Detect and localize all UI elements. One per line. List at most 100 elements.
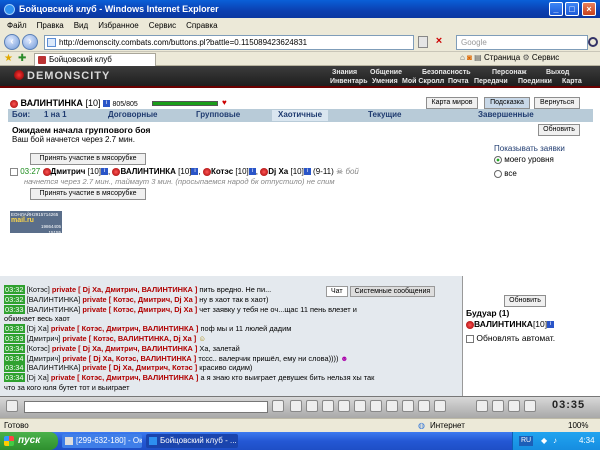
friends-icon[interactable] xyxy=(492,400,504,412)
room-users-icon[interactable] xyxy=(476,400,488,412)
nav-skills[interactable]: Умения xyxy=(372,78,398,85)
nav-knowledge[interactable]: Знания xyxy=(332,69,357,76)
nav-security[interactable]: Безопасность xyxy=(422,69,471,76)
maximize-button[interactable]: □ xyxy=(565,2,579,16)
nav-mail[interactable]: Почта xyxy=(448,78,469,85)
menu-help[interactable]: Справка xyxy=(181,21,222,30)
menu-file[interactable]: Файл xyxy=(2,21,32,30)
info-icon[interactable]: i xyxy=(248,168,256,176)
scroll-icon[interactable] xyxy=(386,400,398,412)
address-bar[interactable]: http://demonscity.combats.com/buttons.pl… xyxy=(44,35,414,50)
start-button[interactable]: пуск xyxy=(0,432,58,450)
tab-group[interactable]: Групповые xyxy=(196,110,240,119)
send-icon[interactable] xyxy=(272,400,284,412)
request-player-1[interactable]: Дмитрич xyxy=(51,167,86,176)
request-checkbox[interactable] xyxy=(10,167,18,176)
join-button-bottom[interactable]: Принять участие в мясорубке xyxy=(30,188,146,200)
task-item-1[interactable]: [299-632-180] - Окн... xyxy=(62,434,142,448)
tab-fight-club[interactable]: Бойцовский клуб xyxy=(34,53,156,66)
menu-view[interactable]: Вид xyxy=(69,21,93,30)
radio-empty-icon[interactable] xyxy=(494,169,502,178)
chat-input[interactable] xyxy=(24,401,268,413)
nav-fights[interactable]: Поединки xyxy=(518,78,552,85)
quit-icon[interactable] xyxy=(524,400,536,412)
nav-transfers[interactable]: Передачи xyxy=(474,78,508,85)
menu-edit[interactable]: Правка xyxy=(32,21,69,30)
radio-selected-icon[interactable] xyxy=(494,155,502,164)
join-button-top[interactable]: Принять участие в мясорубке xyxy=(30,153,146,165)
invite-icon[interactable] xyxy=(508,400,520,412)
info-icon[interactable]: i xyxy=(303,168,311,176)
radio-my-level[interactable]: моего уровня xyxy=(494,155,554,164)
contacts-icon[interactable] xyxy=(354,400,366,412)
return-button[interactable]: Вернуться xyxy=(534,97,580,109)
clear-icon[interactable] xyxy=(290,400,302,412)
nav-map[interactable]: Карта xyxy=(562,78,582,85)
log-icon[interactable] xyxy=(402,400,414,412)
page-menu[interactable]: Страница xyxy=(484,53,520,62)
clan-icon xyxy=(42,167,51,176)
settings-icon[interactable] xyxy=(418,400,430,412)
minimize-button[interactable]: _ xyxy=(549,2,563,16)
refresh-button[interactable]: Обновить xyxy=(538,124,580,136)
auto-refresh-checkbox[interactable] xyxy=(466,334,474,343)
help-icon[interactable] xyxy=(434,400,446,412)
tab-chaotic[interactable]: Хаотичные xyxy=(272,110,329,121)
smile-icon[interactable] xyxy=(306,400,318,412)
tools-menu[interactable]: Сервис xyxy=(532,53,559,62)
player-name[interactable]: ВАЛИНТИНКА xyxy=(21,98,83,108)
info-icon[interactable]: i xyxy=(100,168,108,176)
back-arrow-icon[interactable]: ‹ xyxy=(4,34,20,50)
menu-tools[interactable]: Сервис xyxy=(144,21,181,30)
hint-button[interactable]: Подсказка xyxy=(484,97,530,109)
info-icon[interactable]: i xyxy=(547,321,555,329)
room-user[interactable]: ВАЛИНТИНКА[10] i xyxy=(466,319,555,329)
translit-icon[interactable] xyxy=(322,400,334,412)
tab-1v1[interactable]: 1 на 1 xyxy=(44,110,67,119)
tray-icon[interactable]: ◆ xyxy=(541,432,547,450)
request-player-4[interactable]: Dj Xa xyxy=(268,167,288,176)
tab-finished[interactable]: Завершенные xyxy=(478,110,534,119)
lang-indicator[interactable]: RU xyxy=(519,436,534,446)
zoom-level[interactable]: 100% xyxy=(568,421,588,430)
search-input[interactable]: Google xyxy=(456,35,588,50)
ie-icon xyxy=(4,3,15,15)
auto-refresh-option[interactable]: Обновлять автомат. xyxy=(466,333,555,343)
forward-arrow-icon[interactable]: › xyxy=(22,34,38,50)
room-refresh-button[interactable]: Обновить xyxy=(504,295,546,307)
favorites-star-icon[interactable]: ★ xyxy=(4,54,14,64)
nav-inventory[interactable]: Инвентарь xyxy=(330,78,368,85)
nav-my-scroll[interactable]: Мой Скролл xyxy=(402,78,444,85)
world-map-button[interactable]: Карта миров xyxy=(426,97,478,109)
feeds-icon[interactable]: ◙ xyxy=(467,53,472,62)
nav-character[interactable]: Персонаж xyxy=(492,69,526,76)
request-player-3[interactable]: Котэс xyxy=(211,167,233,176)
chat-tab-chat[interactable]: Чат xyxy=(326,286,348,297)
print-icon[interactable]: ▤ xyxy=(474,53,482,62)
tab-contract[interactable]: Договорные xyxy=(108,110,158,119)
request-player-2[interactable]: ВАЛИНТИНКА xyxy=(120,167,175,176)
tab-current[interactable]: Текущие xyxy=(368,110,402,119)
search-icon[interactable] xyxy=(588,37,598,47)
home-icon[interactable]: ⌂ xyxy=(460,53,465,62)
add-favorite-icon[interactable]: ✚ xyxy=(18,54,28,64)
nav-communication[interactable]: Общение xyxy=(370,69,402,76)
task-item-2[interactable]: Бойцовский клуб - ... xyxy=(146,434,238,448)
stop-icon[interactable]: × xyxy=(432,36,446,48)
menu-favorites[interactable]: Избранное xyxy=(93,21,144,30)
request-player-3-level: [10] xyxy=(235,167,249,176)
volume-icon[interactable]: ♪ xyxy=(553,432,557,450)
radio-all[interactable]: все xyxy=(494,169,517,178)
close-button[interactable]: × xyxy=(582,2,596,16)
refresh-icon[interactable] xyxy=(418,36,428,48)
chat-mode-icon[interactable] xyxy=(6,400,18,412)
filter-icon[interactable] xyxy=(338,400,350,412)
chat-tab-system[interactable]: Системные сообщения xyxy=(349,286,436,297)
request-player-4-level: [10] xyxy=(290,167,304,176)
info-icon[interactable]: i xyxy=(191,168,199,176)
nav-exit[interactable]: Выход xyxy=(546,69,569,76)
sound-icon[interactable] xyxy=(370,400,382,412)
info-icon[interactable]: i xyxy=(102,100,110,108)
counter-badge[interactable]: ЕОНЛАЙН2915714265 mail.ru 19864405 15155 xyxy=(10,211,62,233)
tools-gear-icon[interactable]: ⚙ xyxy=(522,53,529,62)
